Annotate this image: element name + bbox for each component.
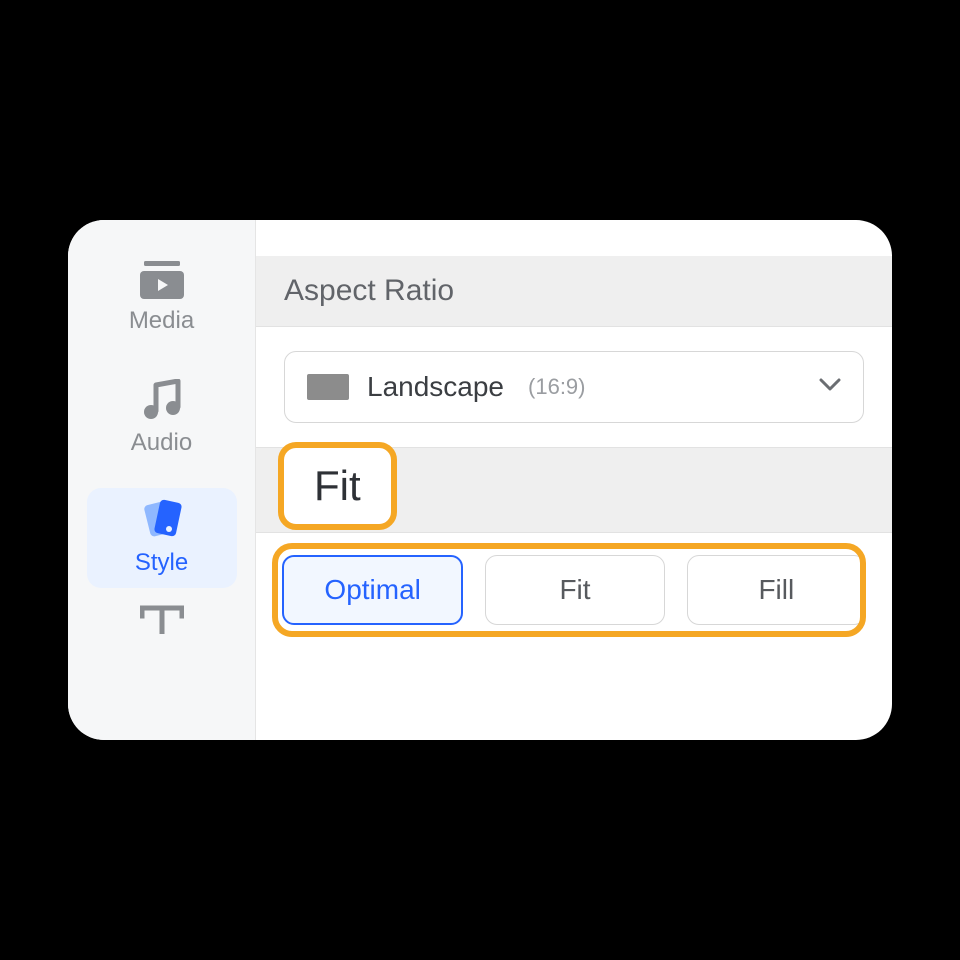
sidebar-item-audio[interactable]: Audio <box>87 368 237 468</box>
fit-title-highlight: Fit <box>278 442 397 530</box>
style-swatch-icon <box>139 499 185 541</box>
fit-option-label: Fill <box>758 574 794 606</box>
fit-option-fit[interactable]: Fit <box>485 555 664 625</box>
sidebar-item-label: Style <box>135 549 188 577</box>
text-icon <box>140 604 184 639</box>
aspect-ratio-dropdown[interactable]: Landscape (16:9) <box>284 351 864 423</box>
fit-options: Optimal Fit Fill <box>256 533 892 647</box>
chevron-down-icon <box>819 378 841 397</box>
aspect-ratio-control: Landscape (16:9) <box>256 327 892 447</box>
fit-option-label: Optimal <box>324 574 420 606</box>
music-note-icon <box>142 379 182 421</box>
sidebar: Media Audio Style <box>68 220 256 740</box>
media-icon <box>140 261 184 299</box>
aspect-ratio-selected-name: Landscape <box>367 371 504 403</box>
fit-option-label: Fit <box>559 574 590 606</box>
sidebar-item-label: Media <box>129 307 194 335</box>
landscape-thumb-icon <box>307 374 349 400</box>
sidebar-item-label: Audio <box>131 429 192 457</box>
main-panel: Aspect Ratio Landscape (16:9) Fit Op <box>256 220 892 740</box>
sidebar-item-text[interactable] <box>87 604 237 639</box>
fit-section-header: Fit <box>256 447 892 533</box>
sidebar-item-style[interactable]: Style <box>87 488 237 588</box>
aspect-ratio-header: Aspect Ratio <box>256 256 892 327</box>
aspect-ratio-selected-ratio: (16:9) <box>528 374 585 400</box>
sidebar-item-media[interactable]: Media <box>87 248 237 348</box>
fit-option-optimal[interactable]: Optimal <box>282 555 463 625</box>
fit-title: Fit <box>314 462 361 509</box>
settings-panel: Media Audio Style <box>68 220 892 740</box>
fit-option-fill[interactable]: Fill <box>687 555 866 625</box>
